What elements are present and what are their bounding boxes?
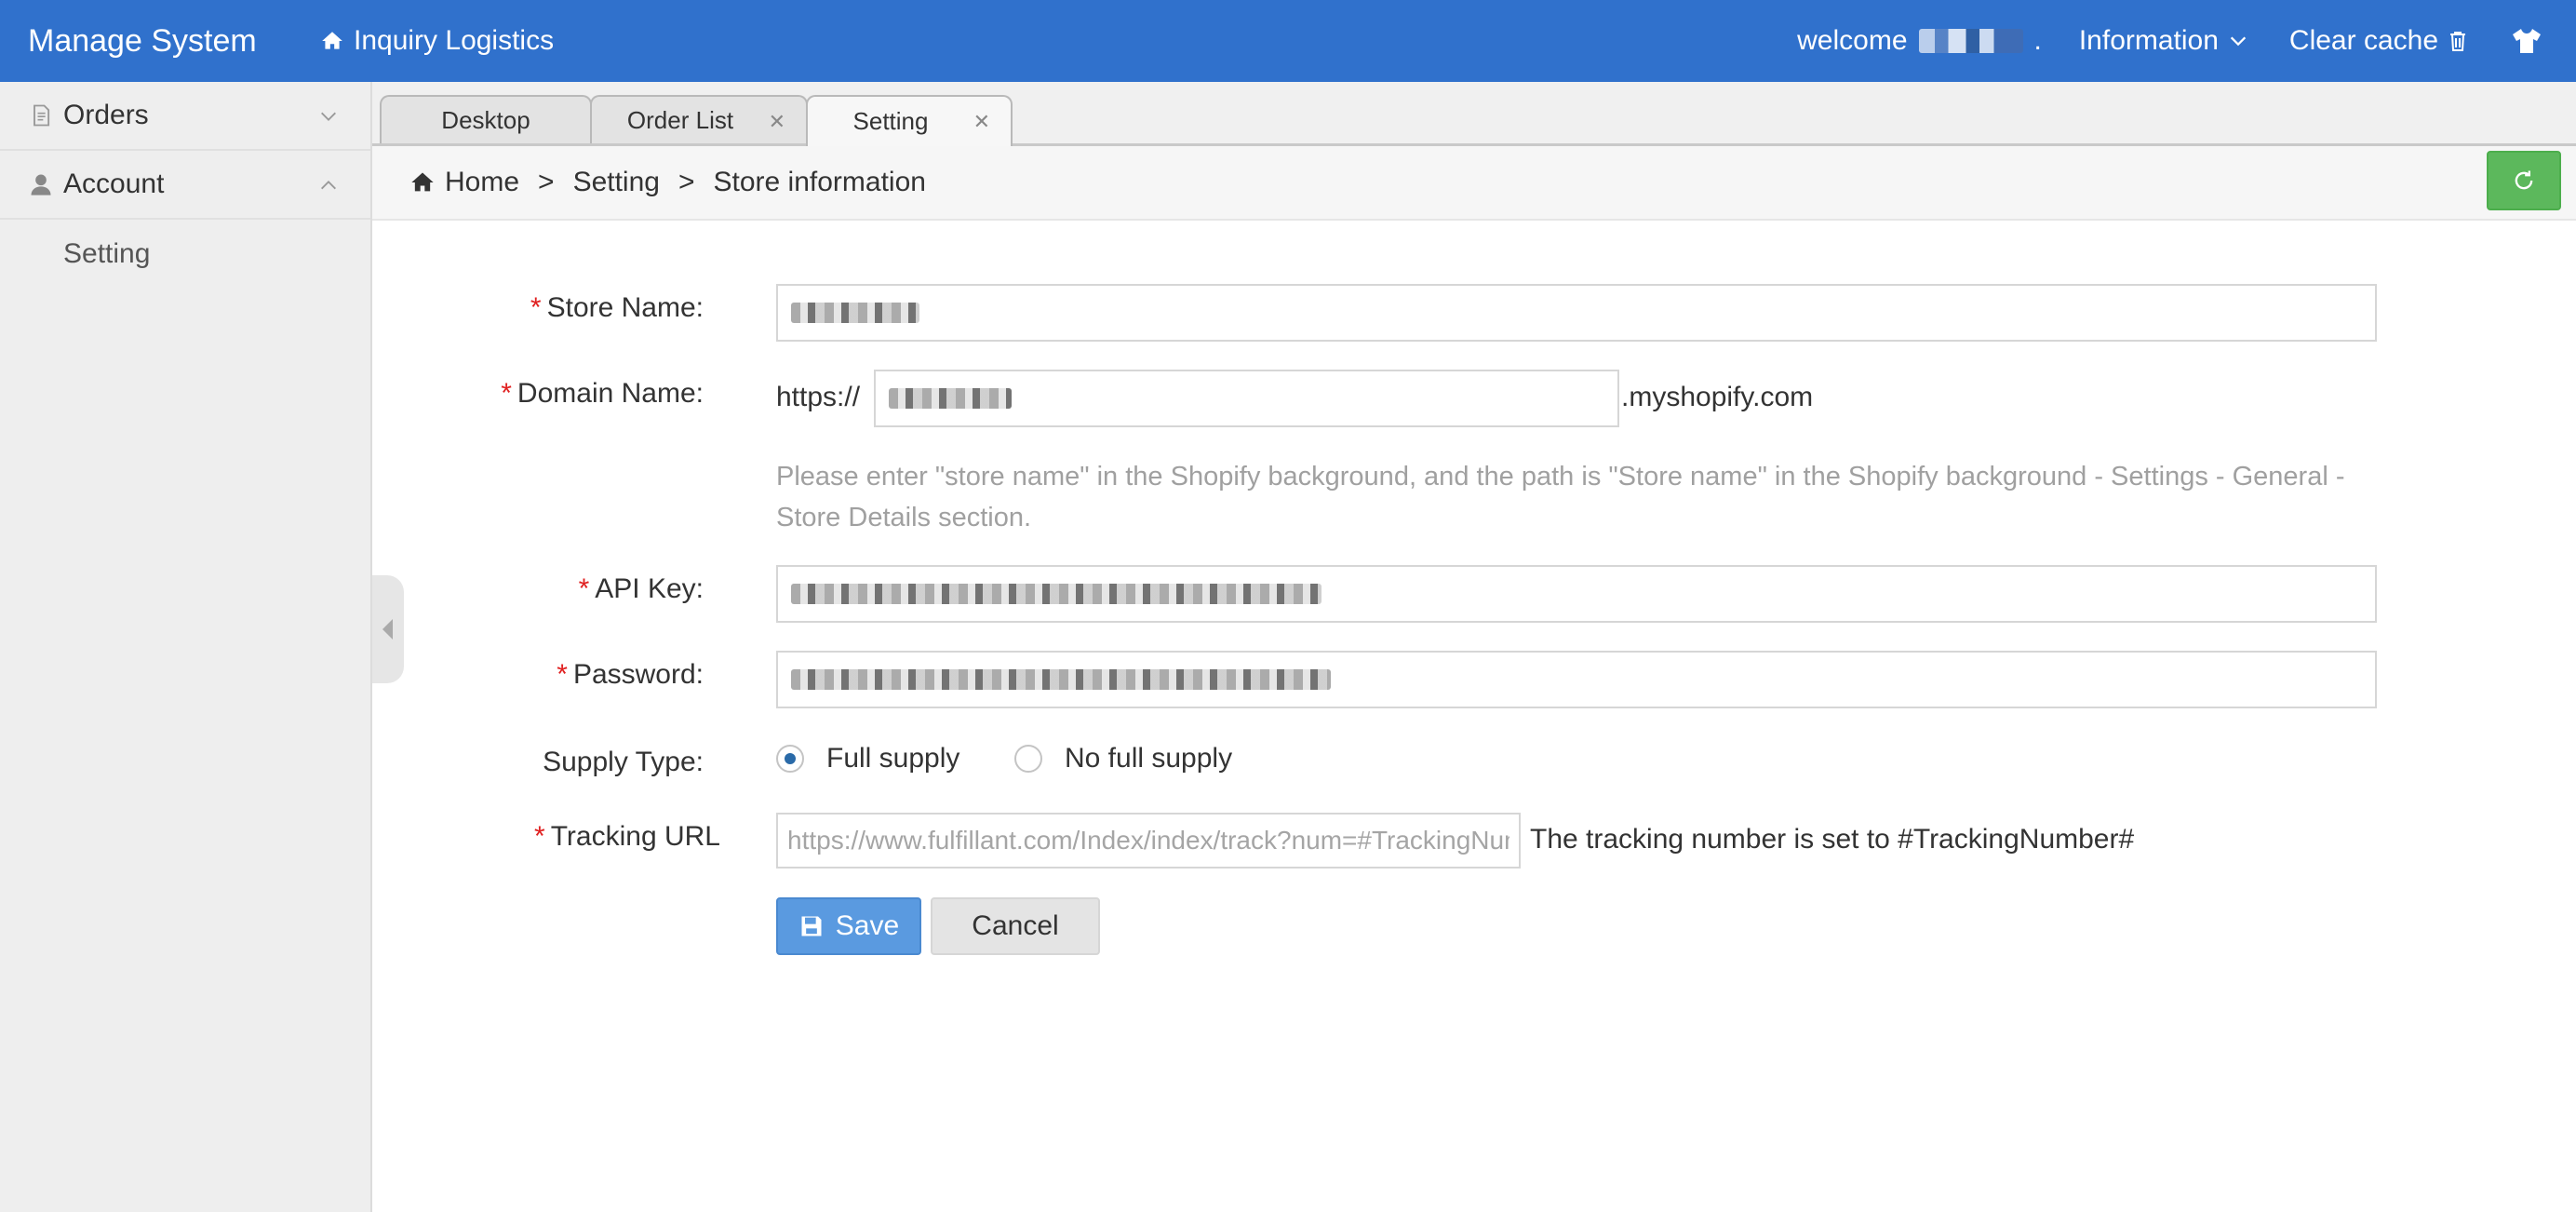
radio-no-full-supply-dot[interactable] bbox=[1014, 745, 1042, 773]
chevron-up-icon bbox=[321, 181, 336, 190]
refresh-button[interactable] bbox=[2487, 151, 2561, 210]
tab-order-list-label: Order List bbox=[626, 105, 734, 134]
breadcrumb-separator: > bbox=[678, 167, 695, 197]
tab-order-list[interactable]: Order List ✕ bbox=[590, 95, 808, 143]
domain-suffix: .myshopify.com bbox=[1621, 382, 1814, 412]
username-redacted bbox=[1918, 29, 2023, 53]
top-right-area: welcome . Information Clear cache bbox=[1797, 0, 2576, 82]
tracking-note: The tracking number is set to #TrackingN… bbox=[1530, 824, 2135, 855]
sidebar-item-setting[interactable]: Setting bbox=[0, 220, 370, 289]
password-input[interactable] bbox=[776, 651, 2377, 708]
password-label: * Password: bbox=[557, 659, 704, 690]
domain-name-label: * Domain Name: bbox=[501, 378, 704, 409]
welcome-suffix: . bbox=[2033, 25, 2042, 56]
tab-desktop[interactable]: Desktop bbox=[380, 95, 592, 143]
store-name-label: * Store Name: bbox=[530, 292, 704, 323]
close-icon[interactable]: ✕ bbox=[769, 110, 785, 134]
sidebar-menu-account-label: Account bbox=[63, 168, 165, 199]
store-name-input[interactable] bbox=[776, 284, 2377, 342]
welcome-user: welcome . bbox=[1797, 25, 2042, 57]
clear-cache-button[interactable]: Clear cache bbox=[2289, 25, 2468, 57]
trash-icon bbox=[2450, 32, 2465, 51]
chevron-down-icon bbox=[2230, 36, 2247, 47]
tracking-url-input[interactable] bbox=[776, 813, 1521, 869]
api-key-label: * API Key: bbox=[578, 573, 704, 604]
domain-name-input[interactable] bbox=[874, 370, 1619, 427]
inquiry-logistics-link[interactable]: Inquiry Logistics bbox=[320, 0, 554, 82]
breadcrumb-separator: > bbox=[538, 167, 555, 197]
supply-type-label: Supply Type: bbox=[543, 747, 704, 777]
breadcrumb-home[interactable]: Home bbox=[445, 167, 519, 198]
domain-name-redacted bbox=[889, 388, 1012, 409]
radio-full-supply-dot[interactable] bbox=[776, 745, 804, 773]
breadcrumb-bar: Home > Setting > Store information bbox=[372, 146, 2576, 221]
sidebar-menu-account[interactable]: Account bbox=[0, 151, 370, 220]
home-icon bbox=[411, 172, 434, 192]
welcome-label: welcome bbox=[1797, 25, 1908, 56]
tab-setting[interactable]: Setting ✕ bbox=[806, 95, 1013, 146]
domain-prefix: https:// bbox=[776, 382, 861, 412]
radio-no-full-supply[interactable]: No full supply bbox=[1014, 743, 1232, 774]
api-key-redacted bbox=[791, 584, 1322, 604]
tshirt-icon bbox=[2513, 29, 2541, 53]
brand-title: Manage System bbox=[28, 23, 257, 59]
breadcrumb-setting[interactable]: Setting bbox=[573, 167, 660, 198]
user-icon bbox=[31, 174, 51, 195]
tab-setting-label: Setting bbox=[852, 107, 929, 135]
sidebar-collapse-handle[interactable] bbox=[372, 575, 404, 683]
refresh-icon bbox=[2515, 170, 2533, 190]
information-label: Information bbox=[2078, 25, 2219, 56]
save-button-label: Save bbox=[835, 910, 900, 941]
caret-left-icon bbox=[382, 619, 393, 640]
breadcrumb-store-information: Store information bbox=[713, 167, 926, 197]
save-button[interactable]: Save bbox=[776, 897, 921, 955]
save-icon bbox=[801, 916, 822, 936]
tracking-url-label: * Tracking URL bbox=[534, 821, 720, 852]
close-icon[interactable]: ✕ bbox=[973, 110, 990, 134]
top-bar: Manage System Inquiry Logistics welcome … bbox=[0, 0, 2576, 82]
breadcrumb: Home > Setting > Store information bbox=[409, 146, 926, 219]
theme-shirt-button[interactable] bbox=[2511, 27, 2542, 55]
domain-hint-text: Please enter "store name" in the Shopify… bbox=[776, 462, 2345, 532]
password-redacted bbox=[791, 669, 1331, 690]
tab-desktop-label: Desktop bbox=[441, 105, 530, 134]
radio-no-full-supply-label: No full supply bbox=[1065, 743, 1233, 774]
tabs-bar: Desktop Order List ✕ Setting ✕ bbox=[372, 82, 2576, 146]
cancel-button[interactable]: Cancel bbox=[931, 897, 1100, 955]
sidebar: Orders Account Setting bbox=[0, 82, 372, 1212]
radio-full-supply-label: Full supply bbox=[826, 743, 960, 774]
document-icon bbox=[34, 104, 50, 127]
home-icon bbox=[322, 32, 342, 49]
store-name-redacted bbox=[791, 303, 919, 323]
sidebar-menu-orders-label: Orders bbox=[63, 100, 149, 130]
radio-full-supply[interactable]: Full supply bbox=[776, 743, 959, 774]
inquiry-logistics-label: Inquiry Logistics bbox=[354, 25, 555, 56]
api-key-input[interactable] bbox=[776, 565, 2377, 623]
clear-cache-label: Clear cache bbox=[2288, 25, 2438, 56]
information-dropdown[interactable]: Information bbox=[2079, 25, 2248, 57]
sidebar-menu-orders[interactable]: Orders bbox=[0, 82, 370, 151]
chevron-down-icon bbox=[321, 112, 336, 121]
